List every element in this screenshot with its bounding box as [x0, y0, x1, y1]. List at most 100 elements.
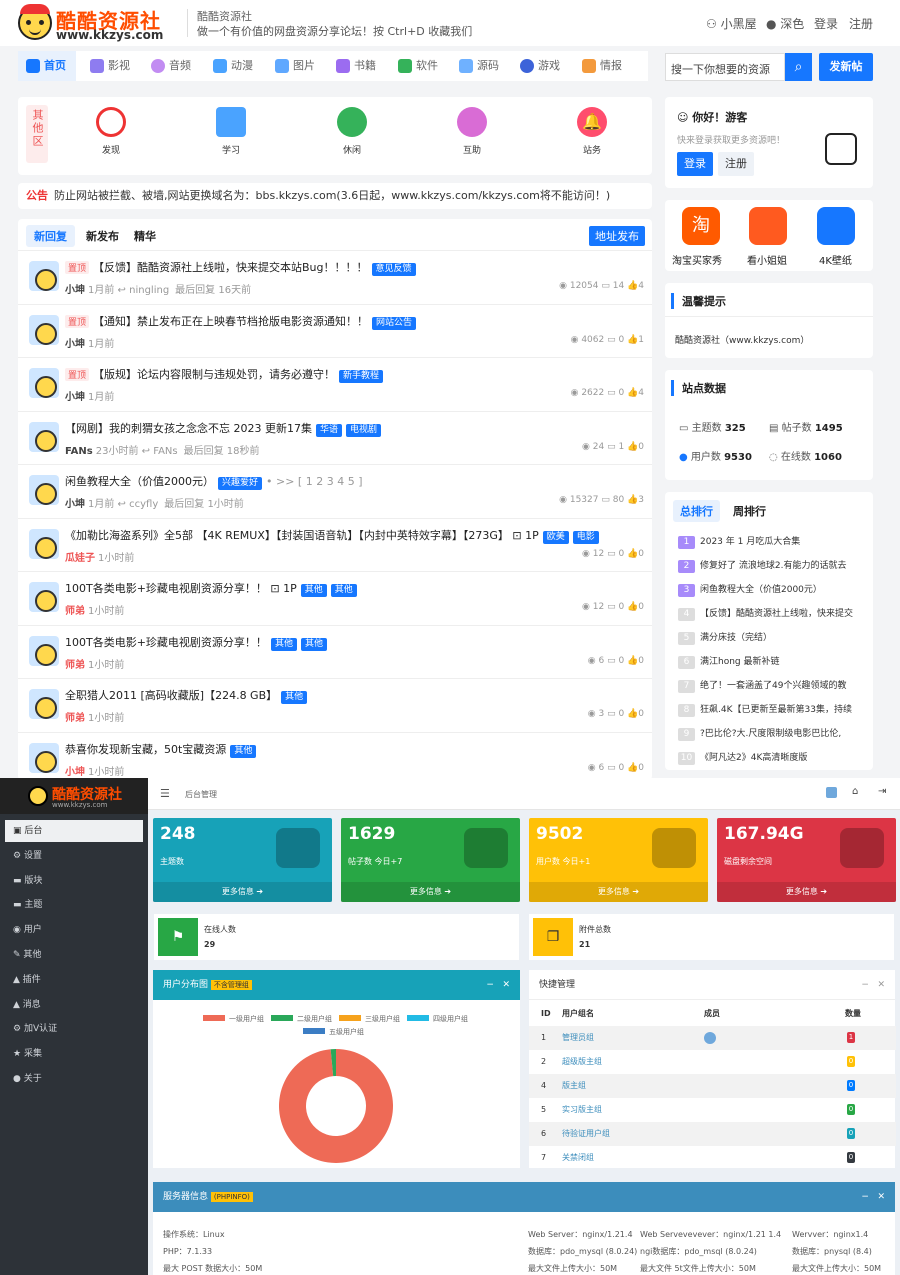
group-name[interactable]: 管理员组 — [562, 1026, 594, 1050]
rank-item[interactable]: 4 【反馈】酷酷资源社上线啦，快来提交 — [678, 606, 858, 621]
more-info-link[interactable]: 更多信息 ➔ — [153, 882, 332, 902]
thread-tag[interactable]: 意见反馈 — [371, 263, 416, 276]
tab-all-rank[interactable]: 总排行 — [673, 500, 720, 522]
group-name[interactable]: 实习版主组 — [562, 1098, 602, 1122]
sidebar-item[interactable]: ▲ 消息 — [5, 994, 143, 1016]
last-replier[interactable]: ningling — [129, 285, 169, 296]
group-name[interactable]: 超级版主组 — [562, 1050, 602, 1074]
avatar-icon[interactable] — [826, 787, 837, 798]
table-row[interactable]: 全职猎人2011 [高码收藏版]【224.8 GB】 其他 师弟 1小时前 ◉ 3 ▭ … — [18, 678, 652, 731]
group-name[interactable]: 关禁闭组 — [562, 1146, 594, 1170]
last-replier[interactable]: ccyfly — [129, 499, 158, 510]
rank-item[interactable]: 2 修复好了 流浪地球2.有能力的话就去 — [678, 558, 858, 573]
nav-anime[interactable]: 动漫 — [211, 51, 253, 81]
quick-controls[interactable]: − ✕ — [861, 970, 885, 1000]
table-row[interactable]: 置顶 【版规】论坛内容限制与违规处罚，请务必遵守！ 新手教程 小坤 1月前 ◉ 2622 … — [18, 357, 652, 410]
user-avatar[interactable] — [29, 421, 59, 452]
tab-new-replies[interactable]: 新回复 — [26, 225, 75, 247]
nav-books[interactable]: 书籍 — [334, 51, 376, 81]
login-link[interactable]: 登录 — [814, 15, 838, 32]
home-icon[interactable]: ⌂ — [852, 786, 858, 797]
table-row[interactable]: 100T各类电影+珍藏电视剧资源分享！！ ⊡ 1P 其他 其他 师弟 1小时前 ◉ 12 … — [18, 571, 652, 624]
dark-mode-toggle[interactable]: ● 深色 — [766, 15, 804, 32]
thread-tag[interactable]: 新手教程 — [339, 370, 384, 383]
table-row[interactable]: 100T各类电影+珍藏电视剧资源分享！！ 其他 其他 师弟 1小时前 ◉ 6 ▭ 0 👍0 — [18, 624, 652, 678]
more-info-link[interactable]: 更多信息 ➔ — [717, 882, 896, 902]
thread-title[interactable]: 置顶 【通知】禁止发布正在上映春节档抢版电影资源通知！！ 网站公告 — [65, 313, 417, 330]
sidebar-item[interactable]: ⚙ 设置 — [5, 845, 143, 867]
address-release-button[interactable]: 地址发布 — [589, 226, 645, 246]
register-link[interactable]: 注册 — [849, 15, 873, 32]
thread-title[interactable]: 【网剧】我的刺猬女孩之念念不忘 2023 更新17集 华语 电视剧 — [65, 420, 382, 437]
thread-title[interactable]: 100T各类电影+珍藏电视剧资源分享！！ 其他 其他 — [65, 634, 327, 651]
table-row[interactable]: 闲鱼教程大全（价值2000元） 兴趣爱好 • >> [ 1 2 3 4 5 ] 小坤 1… — [18, 464, 652, 517]
sidebar-item[interactable]: ★ 采集 — [5, 1043, 143, 1065]
server-controls[interactable]: − ✕ — [861, 1182, 885, 1212]
sidebar-item[interactable]: ▬ 主题 — [5, 894, 143, 916]
thread-tag[interactable]: 欧美 — [542, 530, 569, 544]
thread-tag[interactable]: 其他 — [270, 637, 297, 651]
rank-item[interactable]: 7 绝了！一套涵盖了49个兴趣领域的教 — [678, 678, 858, 693]
new-post-button[interactable]: 发新帖 — [819, 53, 873, 81]
wallpaper-icon[interactable] — [817, 207, 855, 245]
author-name[interactable]: FANs — [65, 446, 93, 457]
thread-title[interactable]: 《加勒比海盗系列》全5部 【4K REMUX】【封装国语音轨】【内封中英特效字幕… — [65, 527, 599, 544]
taobao-icon[interactable]: 淘 — [682, 207, 720, 245]
user-avatar[interactable] — [29, 635, 59, 666]
legend-label[interactable]: 五级用户组 — [329, 1027, 364, 1036]
thread-tag[interactable]: 兴趣爱好 — [218, 477, 263, 490]
tab-new-posts[interactable]: 新发布 — [78, 225, 127, 247]
site-logo[interactable]: 酷酷资源社 www.kkzys.com — [18, 4, 168, 42]
menu-toggle-icon[interactable]: ☰ — [160, 787, 170, 800]
blacklist-link[interactable]: ⚇ 小黑屋 — [706, 15, 757, 32]
member-avatar[interactable] — [704, 1032, 716, 1044]
table-row[interactable]: 【网剧】我的刺猬女孩之念念不忘 2023 更新17集 华语 电视剧 FANs 23小时前… — [18, 410, 652, 464]
author-name[interactable]: 小坤 — [65, 767, 85, 778]
user-avatar[interactable] — [29, 742, 59, 773]
legend-swatch[interactable] — [407, 1015, 429, 1021]
more-info-link[interactable]: 更多信息 ➔ — [341, 882, 520, 902]
flower-icon[interactable] — [749, 207, 787, 245]
thread-title[interactable]: 置顶 【反馈】酷酷资源社上线啦，快来提交本站Bug！！！！ 意见反馈 — [65, 259, 416, 276]
thread-title[interactable]: 100T各类电影+珍藏电视剧资源分享！！ ⊡ 1P 其他 其他 — [65, 580, 357, 597]
nav-intel[interactable]: 情报 — [580, 51, 622, 81]
sidebar-item[interactable]: ▣ 后台 — [5, 820, 143, 842]
thread-title[interactable]: 闲鱼教程大全（价值2000元） 兴趣爱好 • >> [ 1 2 3 4 5 ] — [65, 473, 363, 490]
user-avatar[interactable] — [29, 314, 59, 345]
nav-home[interactable]: 首页 — [18, 51, 76, 81]
author-name[interactable]: 小坤 — [65, 392, 85, 403]
group-name[interactable]: 待验证用户组 — [562, 1122, 610, 1146]
rank-item[interactable]: 8 狂飙.4K【已更新至最新第33集，持续 — [678, 702, 858, 717]
legend-label[interactable]: 一级用户组 — [229, 1014, 264, 1023]
author-name[interactable]: 小坤 — [65, 499, 85, 510]
search-input[interactable]: 搜一下你想要的资源 — [665, 53, 785, 81]
tab-week-rank[interactable]: 周排行 — [733, 503, 766, 519]
thread-title[interactable]: 恭喜你发现新宝藏，50t宝藏资源 其他 — [65, 741, 257, 758]
legend-swatch[interactable] — [203, 1015, 225, 1021]
sidebar-item[interactable]: ▬ 版块 — [5, 870, 143, 892]
logout-icon[interactable]: ⇥ — [878, 786, 886, 797]
thread-tag[interactable]: 其他 — [281, 691, 308, 704]
category-help[interactable]: 互助 — [442, 107, 502, 156]
table-row[interactable]: 置顶 【反馈】酷酷资源社上线啦，快来提交本站Bug！！！！ 意见反馈 小坤 1月前 ↩ … — [18, 250, 652, 303]
thread-tag[interactable]: 网站公告 — [372, 316, 417, 330]
rank-item[interactable]: 1 2023 年 1 月吃瓜大合集 — [678, 534, 858, 549]
legend-swatch[interactable] — [339, 1015, 361, 1021]
category-study[interactable]: 学习 — [201, 107, 261, 156]
category-site[interactable]: 🔔 站务 — [562, 107, 622, 156]
thread-tag[interactable]: 其他 — [300, 637, 327, 651]
author-name[interactable]: 师弟 — [65, 713, 85, 724]
table-row[interactable]: 《加勒比海盗系列》全5部 【4K REMUX】【封装国语音轨】【内封中英特效字幕… — [18, 517, 652, 571]
sidebar-item[interactable]: ◉ 用户 — [5, 919, 143, 941]
nav-source[interactable]: 源码 — [457, 51, 499, 81]
rank-item[interactable]: 3 闲鱼教程大全（价值2000元） — [678, 582, 858, 597]
sidebar-item[interactable]: ⚙ 加V认证 — [5, 1018, 143, 1040]
user-avatar[interactable] — [29, 582, 59, 612]
nav-images[interactable]: 图片 — [273, 51, 315, 81]
legend-swatch[interactable] — [303, 1028, 325, 1034]
thread-tag[interactable]: 其他 — [230, 744, 257, 758]
page-links[interactable]: • >> [ 1 2 3 4 5 ] — [266, 475, 362, 488]
user-avatar[interactable] — [29, 528, 59, 559]
legend-label[interactable]: 三级用户组 — [365, 1014, 400, 1023]
nav-audio[interactable]: 音频 — [149, 51, 191, 81]
